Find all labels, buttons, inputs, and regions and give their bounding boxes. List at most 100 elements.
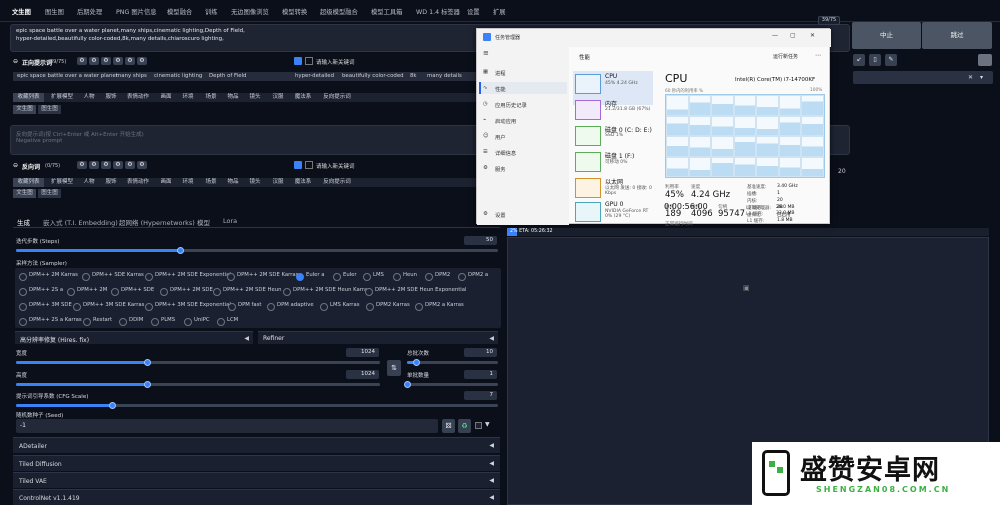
- batch-count-slider-knob[interactable]: [413, 359, 421, 366]
- sampler-option[interactable]: DPM++ 2M SDE Karras: [225, 269, 298, 282]
- sampler-option[interactable]: DPM++ 2M SDE Heun: [211, 284, 281, 297]
- tool-button-4[interactable]: ⚙: [113, 161, 123, 169]
- height-slider[interactable]: [16, 381, 380, 388]
- width-slider[interactable]: [16, 359, 380, 366]
- sidebar-item-app-history[interactable]: 应用历史记录: [495, 101, 527, 109]
- gen-tab-generate[interactable]: 生成: [17, 217, 30, 227]
- steps-slider-knob[interactable]: [176, 247, 184, 254]
- category-tab-scene[interactable]: 画面: [156, 93, 176, 102]
- extra-seed-checkbox[interactable]: [475, 422, 482, 429]
- add-keyword-box[interactable]: [305, 161, 313, 169]
- cfg-slider[interactable]: [16, 402, 498, 409]
- tool-button-1[interactable]: ⚙: [77, 161, 87, 169]
- category-tab-magic[interactable]: 魔法系: [291, 93, 315, 102]
- edit-style-icon[interactable]: ✎: [885, 54, 897, 66]
- steps-slider[interactable]: [16, 247, 498, 254]
- recycle-icon[interactable]: ♻: [458, 419, 471, 433]
- category-tab-magic[interactable]: 魔法系: [291, 178, 315, 187]
- skip-button[interactable]: 跳过: [922, 22, 992, 49]
- tool-button-4[interactable]: ⚙: [113, 57, 123, 65]
- sampler-option[interactable]: DPM++ 3M SDE Exponential: [143, 299, 231, 312]
- prompt-tag[interactable]: 8k: [410, 72, 417, 81]
- hires-fix-accordion[interactable]: 高分辨率修复 (Hires. fix) ◀: [15, 331, 253, 344]
- sampler-option[interactable]: DPM2 a: [456, 269, 488, 282]
- prompt-tag[interactable]: cinematic lighting: [154, 72, 202, 81]
- sampler-option[interactable]: DPM++ 2S a: [17, 284, 63, 297]
- category-tab-negative[interactable]: 反向提示词: [319, 178, 355, 187]
- add-keyword-input[interactable]: 请输入新关键词: [316, 162, 355, 170]
- sampler-option[interactable]: DPM++ 3M SDE: [17, 299, 72, 312]
- sampler-option[interactable]: DPM++ 2M SDE Exponential: [143, 269, 231, 282]
- sidebar-item-details[interactable]: 详细信息: [495, 149, 516, 157]
- category-tab-extension-models[interactable]: 扩展模型: [47, 178, 77, 187]
- subtab-img2img[interactable]: 图生图: [38, 189, 61, 198]
- category-tab-expressions[interactable]: 表情动作: [123, 93, 153, 102]
- sampler-option[interactable]: Restart: [81, 314, 112, 327]
- category-tab-characters[interactable]: 人物: [79, 178, 99, 187]
- tool-button-3[interactable]: ⚙: [101, 161, 111, 169]
- sampler-option[interactable]: DDIM: [117, 314, 143, 327]
- sampler-option[interactable]: DPM++ 2M SDE: [158, 284, 213, 297]
- cfg-slider-knob[interactable]: [109, 402, 117, 409]
- tab-model-toolkit[interactable]: 模型工具箱: [371, 7, 402, 16]
- minimize-icon[interactable]: —: [772, 32, 778, 39]
- add-keyword-checkbox[interactable]: [294, 161, 302, 169]
- tab-super-merger[interactable]: 超级模型融合: [320, 7, 358, 16]
- tab-wd14-tagger[interactable]: WD 1.4 标签器: [416, 7, 460, 16]
- tool-button-1[interactable]: ⚙: [77, 57, 87, 65]
- add-keyword-box[interactable]: [305, 57, 313, 65]
- maximize-icon[interactable]: ▢: [790, 32, 796, 39]
- prompt-tag[interactable]: hyper-detailed: [295, 72, 334, 81]
- tiled-diffusion-accordion[interactable]: Tiled Diffusion ◀: [13, 455, 500, 471]
- clipboard-icon[interactable]: ▯: [869, 54, 881, 66]
- dice-icon[interactable]: ⚄: [442, 419, 455, 433]
- refresh-styles-button[interactable]: [978, 54, 992, 66]
- sampler-option[interactable]: Heun: [391, 269, 417, 282]
- category-tab-objects[interactable]: 物品: [223, 178, 243, 187]
- batch-count-slider[interactable]: [407, 359, 498, 366]
- collapse-icon[interactable]: ⊖: [13, 58, 18, 65]
- extra-seed-dropdown-icon[interactable]: ▼: [485, 421, 490, 428]
- width-slider-knob[interactable]: [144, 359, 152, 366]
- add-keyword-checkbox[interactable]: [294, 57, 302, 65]
- styles-dropdown[interactable]: ✕ ▾: [853, 71, 993, 84]
- swap-dimensions-button[interactable]: ⇅: [387, 360, 401, 376]
- sampler-option-selected[interactable]: Euler a: [294, 269, 325, 282]
- prompt-tag[interactable]: Depth of Field: [209, 72, 246, 81]
- tool-button-6[interactable]: ⚙: [137, 161, 147, 169]
- sampler-option[interactable]: DPM++ 2M SDE Heun Karras: [281, 284, 370, 297]
- prompt-tag[interactable]: many details: [427, 72, 462, 81]
- resource-gpu[interactable]: GPU 0 NVIDIA GeForce RT 0% (29 °C): [573, 199, 653, 233]
- sampler-option[interactable]: PLMS: [149, 314, 175, 327]
- gen-tab-embedding[interactable]: 嵌入式 (T.I. Embedding): [43, 217, 118, 227]
- tool-button-5[interactable]: ⚙: [125, 161, 135, 169]
- sampler-option[interactable]: Euler: [331, 269, 357, 282]
- category-tab-negative[interactable]: 反向提示词: [319, 93, 355, 102]
- sampler-option[interactable]: DPM2 Karras: [364, 299, 410, 312]
- height-input[interactable]: 1024: [346, 370, 379, 379]
- menu-icon[interactable]: ≡: [483, 49, 489, 57]
- category-tab-hanfu[interactable]: 汉服: [268, 178, 288, 187]
- category-tab-camera[interactable]: 镜头: [245, 178, 265, 187]
- tool-button-5[interactable]: ⚙: [125, 57, 135, 65]
- steps-input[interactable]: 50: [464, 236, 497, 245]
- tab-model-converter[interactable]: 模型转换: [282, 7, 307, 16]
- sampler-option[interactable]: DPM2: [423, 269, 450, 282]
- tool-button-2[interactable]: ⚙: [89, 57, 99, 65]
- width-input[interactable]: 1024: [346, 348, 379, 357]
- refiner-accordion[interactable]: Refiner ◀: [258, 331, 498, 344]
- sampler-option[interactable]: DPM++ 2S a Karras: [17, 314, 82, 327]
- subtab-img2img[interactable]: 图生图: [38, 105, 61, 114]
- tool-button-3[interactable]: ⚙: [101, 57, 111, 65]
- tab-extras[interactable]: 后期处理: [77, 7, 102, 16]
- height-slider-knob[interactable]: [144, 381, 152, 388]
- gen-tab-model[interactable]: 模型: [197, 217, 210, 227]
- category-tab-environment[interactable]: 环境: [178, 93, 198, 102]
- subtab-txt2img[interactable]: 文生图: [13, 189, 36, 198]
- batch-size-input[interactable]: 1: [464, 370, 497, 379]
- category-tab-places[interactable]: 场景: [201, 93, 221, 102]
- apply-style-icon[interactable]: ↙: [853, 54, 865, 66]
- sampler-option[interactable]: DPM2 a Karras: [413, 299, 464, 312]
- sampler-option[interactable]: DPM++ 2M: [65, 284, 107, 297]
- sampler-option[interactable]: LMS Karras: [318, 299, 359, 312]
